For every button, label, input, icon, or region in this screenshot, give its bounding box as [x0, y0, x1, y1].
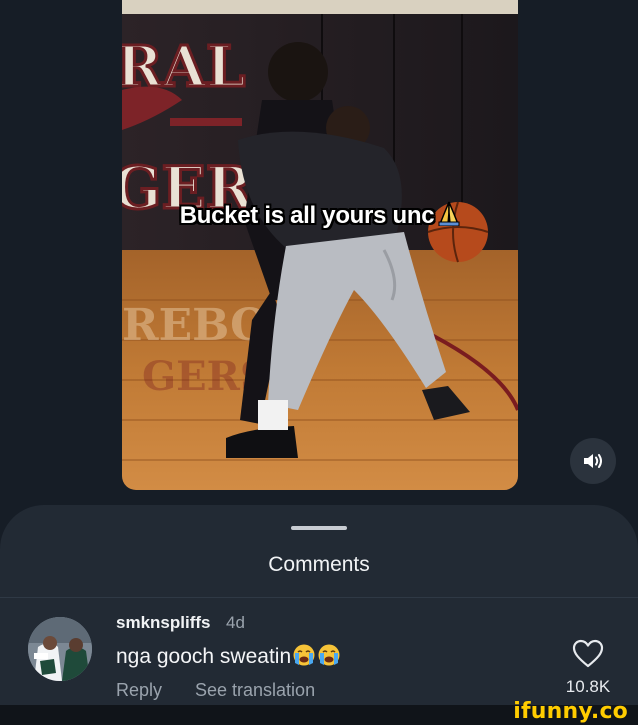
like-count: 10.8K — [565, 677, 611, 696]
see-translation-button[interactable]: See translation — [195, 680, 315, 701]
video-frame: RAL GERS REBO GERS — [122, 0, 518, 490]
avatar-image — [28, 617, 92, 681]
comment-timestamp: 4d — [226, 613, 245, 632]
folded-hands-icon — [438, 200, 460, 226]
video-player[interactable]: RAL GERS REBO GERS Bucket is all yours u… — [122, 0, 518, 490]
crying-face-icon — [292, 643, 316, 667]
sound-toggle-button[interactable] — [570, 438, 616, 484]
comments-sheet: Comments smknspliffs 4d nga gooch sweati… — [0, 505, 638, 725]
caption-text: Bucket is all yours unc — [179, 202, 435, 229]
avatar[interactable] — [28, 617, 92, 681]
crying-face-icon — [317, 643, 341, 667]
video-caption: Bucket is all yours unc — [122, 200, 518, 230]
divider — [0, 597, 638, 598]
reply-button[interactable]: Reply — [116, 680, 162, 701]
like-button[interactable] — [572, 639, 604, 669]
comments-title: Comments — [268, 553, 370, 576]
svg-text:REBO: REBO — [122, 300, 268, 351]
comment-username[interactable]: smknspliffs — [116, 613, 210, 633]
drag-handle[interactable] — [291, 526, 347, 530]
speaker-icon — [584, 454, 602, 468]
heart-icon — [572, 639, 604, 668]
ifunny-watermark: ifunny.co — [513, 699, 628, 724]
comment-body: nga gooch sweatin — [116, 643, 341, 669]
comment-text: nga gooch sweatin — [116, 645, 292, 668]
app-screen: RAL GERS REBO GERS Bucket is all yours u… — [0, 0, 638, 725]
